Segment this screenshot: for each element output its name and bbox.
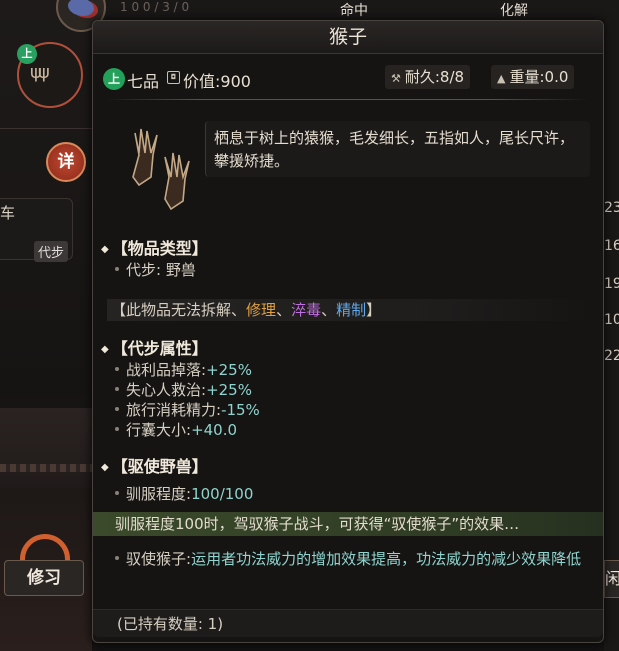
weight-icon: ▲ [497,72,506,85]
right-number: 23 [604,200,619,216]
stat-resolve-label: 化解 [500,3,528,19]
right-panel [604,20,619,651]
item-title: 猴子 [93,21,603,54]
tame-line: 驯服程度:100/100 [115,483,253,504]
item-tooltip: 猴子 上 七品 ◘ 价值:900 ⚒ 耐久:8/8 ▲ 重量:0.0 栖息于树上的猿… [92,20,604,643]
grade-badge: 上 [103,68,125,90]
diamond-icon: ◆ [101,462,109,473]
mount-tag: 代步 [34,241,69,262]
bullet-icon [115,387,119,391]
separator [105,99,589,100]
durability-value: 耐久:8/8 [404,68,465,86]
weight-value: 重量:0.0 [509,68,569,86]
stat-faded-text: 1 0 0 / 3 / 0 [120,0,190,14]
right-number: 16 [604,238,619,254]
right-button[interactable]: 闲 [604,560,619,598]
right-number: 19 [604,276,619,292]
section-item-type: ◆ 【物品类型】 [101,239,208,258]
effect-line: 驭使猴子:运用者功法威力的增加效果提高，功法威力的减少效果降低 [115,547,585,571]
right-number: 22 [604,348,619,364]
item-description: 栖息于树上的猿猴，毛发细长，五指如人，尾长尺许，攀援矫捷。 [205,121,590,177]
right-number: 10 [604,312,619,328]
section-mount-attrs: ◆ 【代步属性】 [101,339,208,358]
divider [0,128,92,129]
section-beast: ◆ 【驱使野兽】 [101,457,208,476]
detail-button[interactable]: 详 [46,142,86,182]
attr-line: 失心人救治:+25% [115,379,252,400]
item-grade-badge-small: 上 [17,44,37,64]
diamond-icon: ◆ [101,344,109,355]
attr-line: 行囊大小:+40.0 [115,419,237,440]
grade-label: 七品 [127,72,160,91]
item-type-line: 代步: 野兽 [115,259,196,280]
monkey-claw-icon [132,128,190,211]
mount-card-label: 车 [0,204,16,222]
bullet-icon [115,407,119,411]
attr-line: 战利品掉落:+25% [115,359,252,380]
bullet-icon [115,267,119,271]
durability-icon: ⚒ [391,72,401,85]
tame-note: 驯服程度100时，驾驭猴子战斗，可获得“驭使猴子”的效果… [93,512,603,536]
item-value: 价值:900 [183,72,251,91]
durability-box: ⚒ 耐久:8/8 [385,65,471,89]
decorative-band [0,408,92,488]
monkey-claw-icon: ψψ [30,62,50,83]
weight-box: ▲ 重量:0.0 [491,65,575,89]
attr-line: 旅行消耗精力:-15% [115,399,260,420]
diamond-icon: ◆ [101,244,109,255]
bullet-icon [115,367,119,371]
bullet-icon [115,491,119,495]
bullet-icon [115,427,119,431]
owned-count: (已持有数量: 1) [93,609,603,637]
coin-icon: ◘ [167,71,180,84]
repair-button[interactable]: 修习 [4,560,84,596]
stat-hit-label: 命中 [340,3,368,19]
bullet-icon [115,556,119,560]
restriction-note: 【此物品无法拆解、修理、淬毒、精制】 [107,299,589,321]
